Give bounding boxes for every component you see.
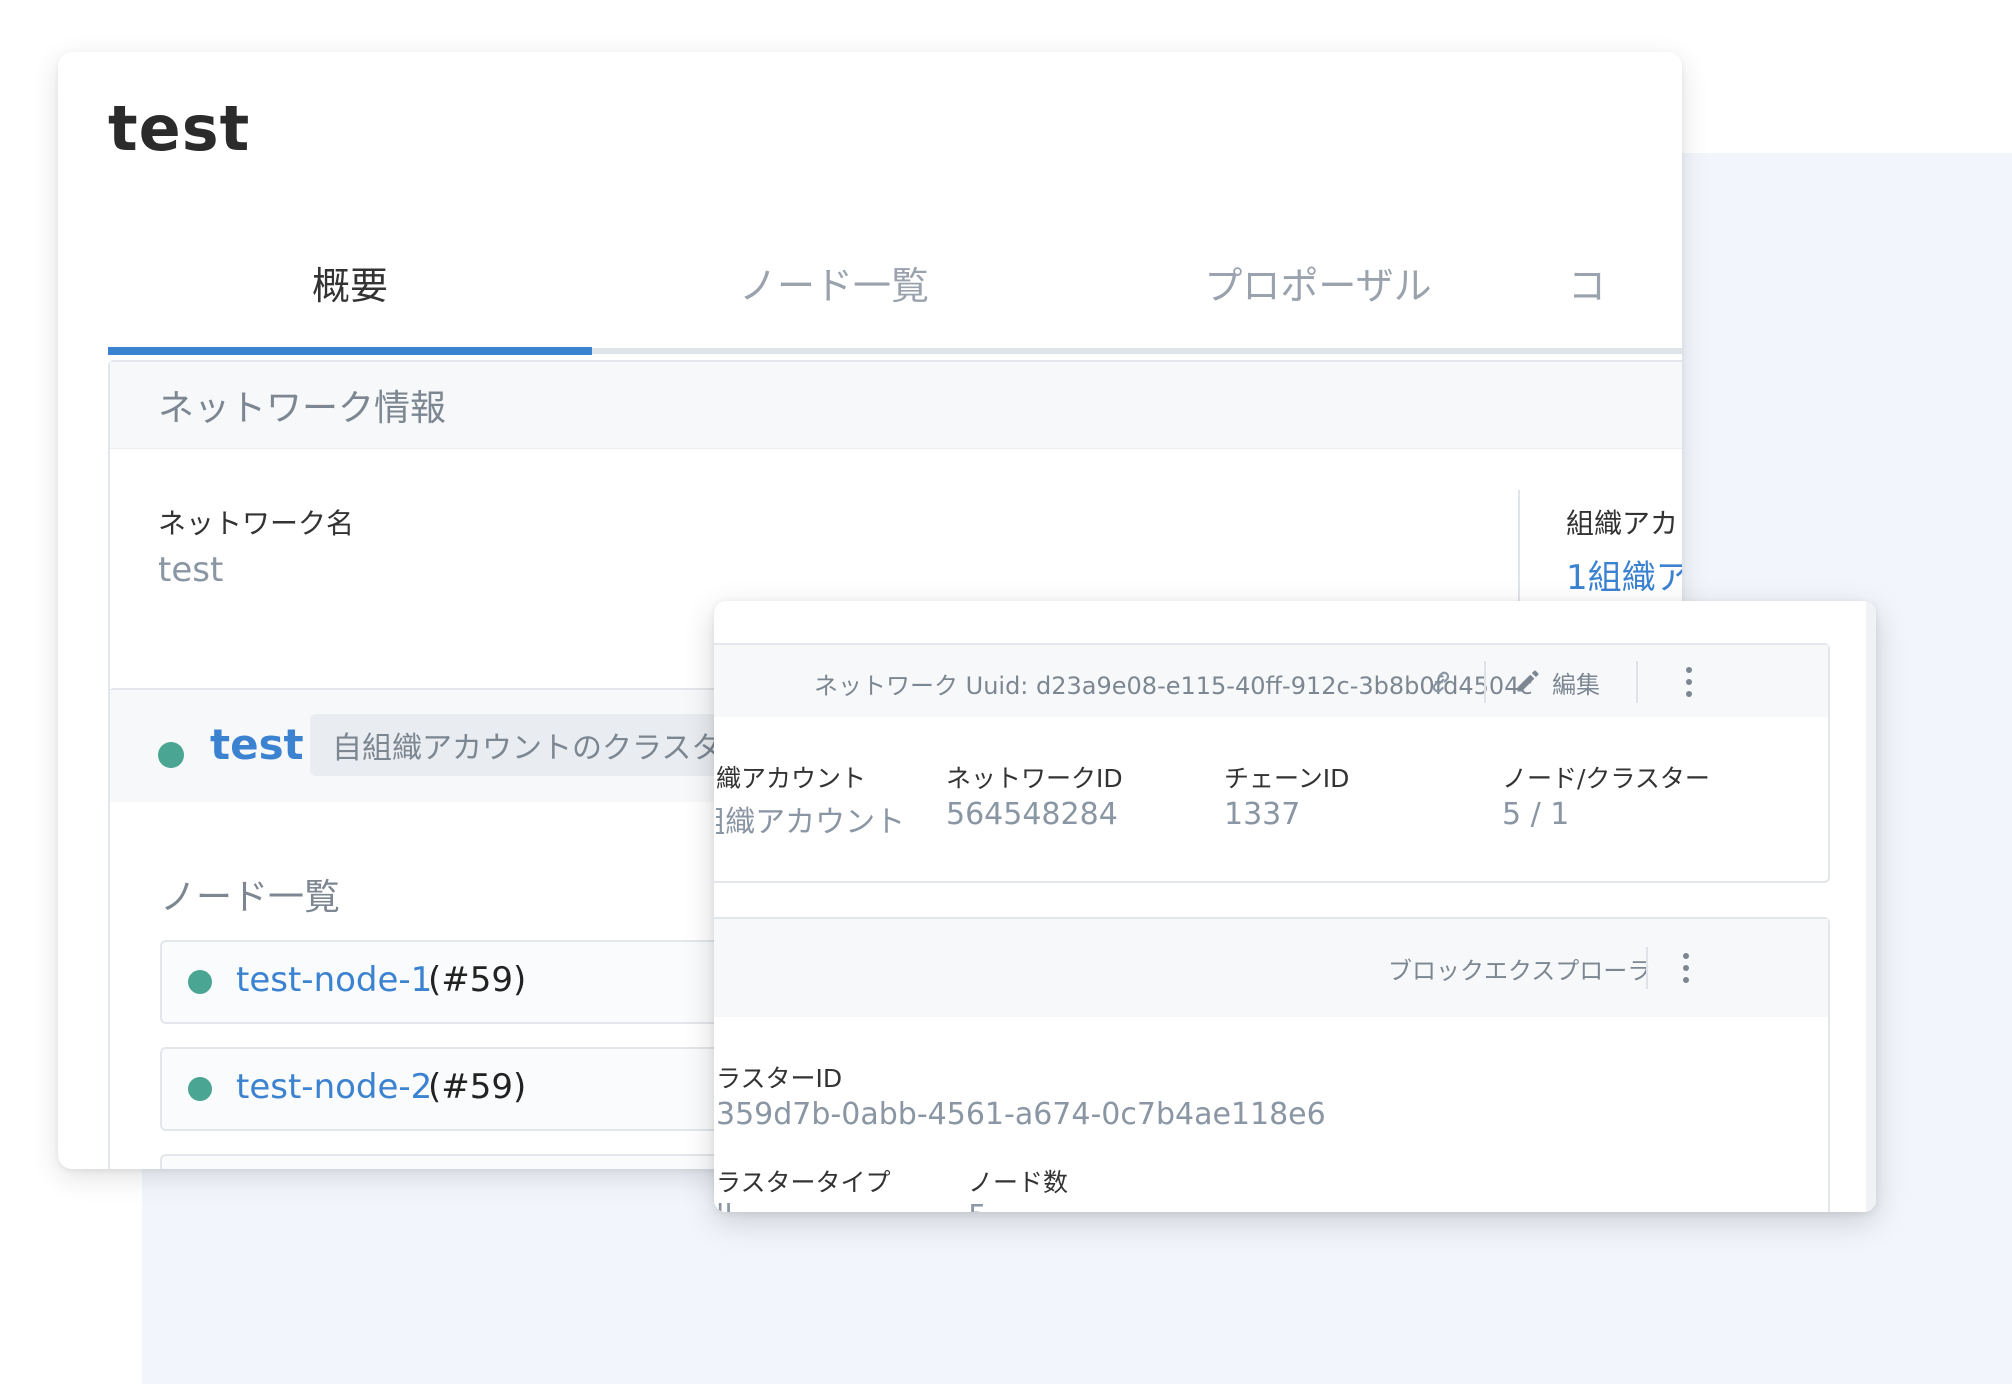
node-list-heading: ノード一覧 (160, 877, 341, 918)
node-cluster-value: 5 / 1 (1502, 797, 1570, 832)
page-title: test (108, 92, 251, 165)
node-name-link[interactable]: test-node-2 (236, 1067, 432, 1107)
node-count-label: ノード数 (968, 1168, 1069, 1197)
node-cluster-label: ノード/クラスター (1502, 764, 1710, 793)
network-detail-overlay: ネットワーク Uuid: d23a9e08-e115-40ff-912c-3b8… (714, 601, 1876, 1212)
org-account-label: 織アカウント (716, 764, 867, 793)
active-tab-indicator (108, 347, 592, 355)
node-status-dot (188, 970, 212, 994)
more-menu-icon[interactable] (1684, 667, 1694, 703)
org-account-link[interactable]: 1組織ア (1566, 550, 1682, 599)
tab-overview[interactable]: 概要 (108, 212, 592, 352)
tab-node-list[interactable]: ノード一覧 (592, 212, 1076, 352)
pencil-icon (1517, 670, 1539, 692)
cluster-type-value: ll (716, 1199, 733, 1212)
link-icon[interactable] (1428, 669, 1454, 695)
own-cluster-badge: 自組織アカウントのクラスタ (310, 714, 744, 776)
edit-label: 編集 (1552, 671, 1600, 699)
divider (1518, 490, 1520, 610)
cluster-type-label: ラスタータイプ (716, 1168, 891, 1197)
network-summary-box: ネットワーク Uuid: d23a9e08-e115-40ff-912c-3b8… (714, 643, 1830, 883)
network-info-header: ネットワーク情報 (110, 362, 1682, 449)
cluster-status-dot (158, 742, 184, 768)
tab-proposals[interactable]: プロポーザル (1076, 212, 1560, 352)
cluster-id-label: ラスターID (716, 1064, 843, 1093)
block-explorer-link[interactable]: ブロックエクスプローラ (1388, 951, 1651, 986)
org-account-link[interactable]: 1組織アカウント (716, 797, 905, 841)
toolbar-separator (1636, 661, 1638, 703)
network-uuid: ネットワーク Uuid: d23a9e08-e115-40ff-912c-3b8… (814, 672, 1533, 700)
network-toolbar: ネットワーク Uuid: d23a9e08-e115-40ff-912c-3b8… (714, 645, 1828, 717)
cluster-name-link[interactable]: test (210, 720, 304, 769)
node-number: (#59) (428, 1067, 527, 1107)
cluster-detail-box: ブロックエクスプローラ ラスターID 359d7b-0abb-4561-a674… (714, 917, 1830, 1212)
chain-id-label: チェーンID (1224, 764, 1350, 793)
toolbar-separator (1484, 661, 1486, 703)
tab-next[interactable]: コ (1568, 212, 1628, 352)
node-status-dot (188, 1077, 212, 1101)
network-id-label: ネットワークID (946, 764, 1123, 793)
tab-bar: 概要 ノード一覧 プロポーザル コ (108, 212, 1682, 357)
scroll-strip (1866, 601, 1876, 1212)
network-id-value: 564548284 (946, 797, 1118, 832)
node-number: (#59) (428, 960, 527, 1000)
network-name-label: ネットワーク名 (158, 507, 355, 540)
node-name-link[interactable]: test-node-1 (236, 960, 432, 1000)
chain-id-value: 1337 (1224, 797, 1301, 832)
network-name-value: test (158, 550, 224, 590)
cluster-id-value: 359d7b-0abb-4561-a674-0c7b4ae118e6 (716, 1097, 1326, 1132)
node-count-value: 5 (968, 1199, 987, 1212)
org-account-label: 組織アカ (1566, 507, 1679, 540)
toolbar-separator (1646, 947, 1648, 989)
more-menu-icon[interactable] (1681, 953, 1691, 989)
cluster-toolbar: ブロックエクスプローラ (714, 919, 1828, 1017)
